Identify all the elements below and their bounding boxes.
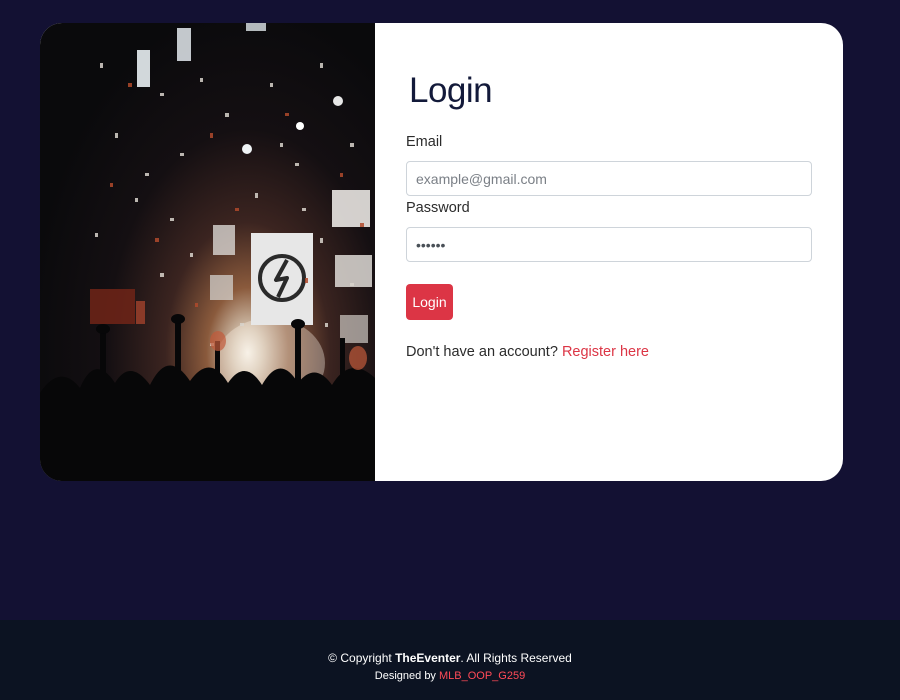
stage-light [177, 28, 191, 61]
register-prompt-text: Don't have an account? [406, 344, 558, 360]
spotlight [296, 122, 304, 130]
rights-text: . All Rights Reserved [460, 651, 572, 665]
stage-light [137, 50, 150, 87]
stage-equipment [90, 289, 135, 324]
footer: © Copyright TheEventer. All Rights Reser… [0, 620, 900, 700]
side-screen [210, 275, 233, 300]
confetti [110, 83, 364, 307]
copyright-prefix: © Copyright [328, 651, 392, 665]
side-screen [213, 225, 235, 255]
email-input[interactable] [406, 161, 812, 196]
copyright-line: © Copyright TheEventer. All Rights Reser… [0, 651, 900, 665]
concert-illustration [40, 23, 375, 481]
crowd [40, 314, 375, 481]
side-screen [335, 255, 372, 287]
concert-image [40, 23, 375, 481]
designer-link[interactable]: MLB_OOP_G259 [439, 670, 525, 682]
brand-name: TheEventer [395, 651, 461, 665]
side-screen [332, 190, 370, 227]
designed-by-text: Designed by [374, 670, 436, 682]
spotlight [333, 96, 343, 106]
designer-line: Designed by MLB_OOP_G259 [0, 670, 900, 682]
login-card: Login Email Password Login Don't have an… [40, 23, 843, 481]
login-form: Login Email Password Login Don't have an… [375, 23, 843, 481]
page-title: Login [409, 71, 493, 110]
stage-light [246, 23, 266, 31]
email-label: Email [406, 134, 443, 150]
stage-equipment [136, 301, 145, 324]
password-label: Password [406, 200, 470, 216]
register-prompt: Don't have an account? Register here [406, 344, 649, 360]
login-button[interactable]: Login [406, 284, 453, 320]
register-link[interactable]: Register here [562, 344, 649, 360]
password-input[interactable] [406, 227, 812, 262]
spotlight [242, 144, 252, 154]
